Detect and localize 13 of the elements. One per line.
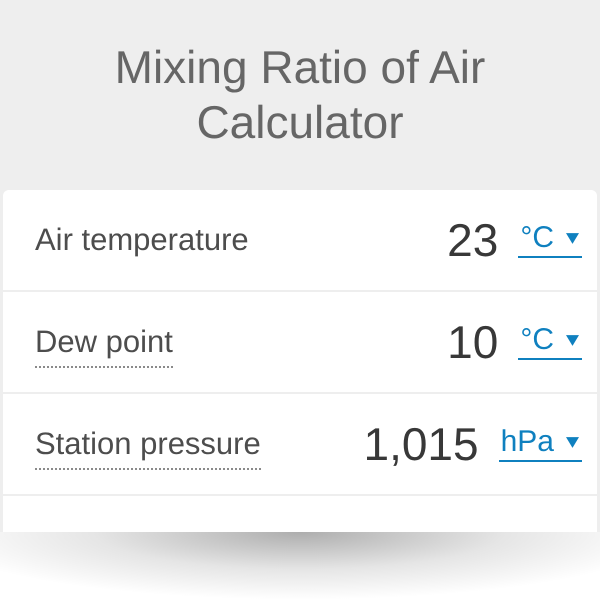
field-label[interactable]: Station pressure	[35, 426, 261, 470]
field-label: Air temperature	[35, 222, 249, 259]
unit-select[interactable]: °C	[518, 324, 582, 360]
unit-select[interactable]: hPa	[498, 426, 582, 462]
caret-icon	[566, 334, 579, 346]
value-input[interactable]: 23	[442, 213, 498, 267]
caret-icon	[566, 232, 579, 244]
field-label[interactable]: Dew point	[35, 324, 173, 368]
caret-icon	[566, 436, 579, 448]
calculator-title: Mixing Ratio of Air Calculator	[114, 40, 486, 150]
unit-select[interactable]: °C	[518, 222, 582, 258]
value-input[interactable]: 1,015	[345, 417, 479, 471]
value-input[interactable]: 10	[442, 315, 498, 369]
